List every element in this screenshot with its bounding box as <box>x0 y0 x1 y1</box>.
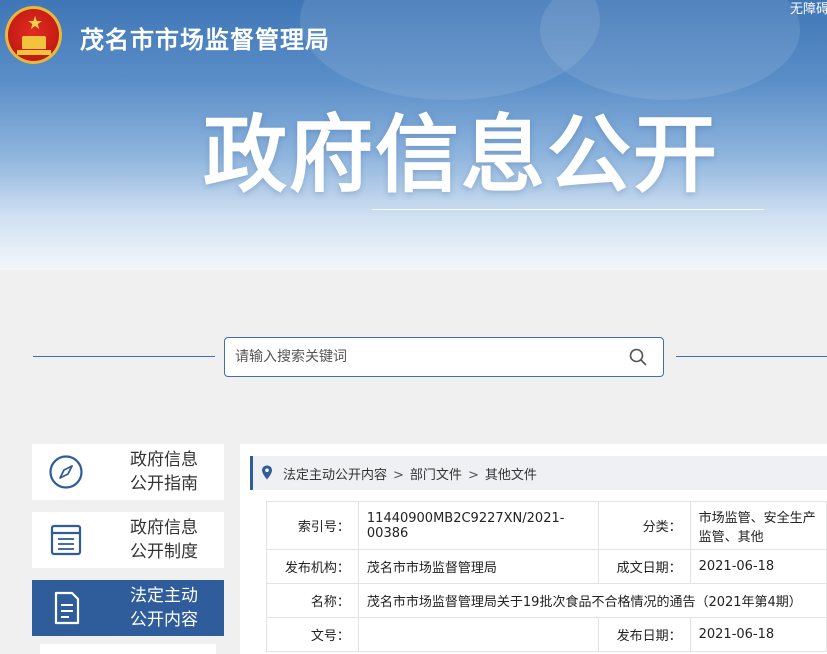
meta-label: 发布日期： <box>597 617 691 652</box>
table-row: 发布机构： 茂名市市场监督管理局 成文日期： 2021-06-18 <box>266 549 827 584</box>
compass-icon <box>49 455 83 489</box>
national-emblem-icon: ★ <box>5 6 62 64</box>
meta-value: 2021-06-18 <box>689 617 827 652</box>
breadcrumb-item-department[interactable]: 部门文件 <box>410 468 462 483</box>
banner-decoration <box>540 0 800 100</box>
table-row: 索引号： 11440900MB2C9227XN/2021-00386 分类： 市… <box>266 501 827 550</box>
meta-value <box>357 617 599 652</box>
sidebar-item-disclosure[interactable]: 法定主动公开内容 <box>32 580 224 636</box>
meta-value: 茂名市市场监督管理局 <box>357 549 599 584</box>
meta-label: 分类： <box>597 501 691 550</box>
meta-label: 成文日期： <box>597 549 691 584</box>
sidebar-item-guide[interactable]: 政府信息公开指南 <box>32 444 224 500</box>
table-row: 名称： 茂名市市场监督管理局关于19批次食品不合格情况的通告（2021年第4期） <box>266 583 827 618</box>
search-icon[interactable] <box>629 348 647 366</box>
sidebar-item-label: 法定主动公开内容 <box>130 586 198 630</box>
meta-label: 索引号： <box>266 501 359 550</box>
search-divider-right <box>676 356 827 357</box>
location-pin-icon <box>262 465 272 480</box>
meta-label: 发布机构： <box>266 549 359 584</box>
breadcrumb: 法定主动公开内容 > 部门文件 > 其他文件 <box>250 456 827 490</box>
sidebar-item-label: 政府信息公开指南 <box>130 450 198 494</box>
site-title[interactable]: 茂名市市场监督管理局 <box>80 20 330 55</box>
meta-value: 市场监管、安全生产监管、其他 <box>689 501 827 550</box>
hero-title: 政府信息公开 <box>203 106 720 204</box>
document-icon <box>54 591 80 625</box>
sidebar-item-system[interactable]: 政府信息公开制度 <box>32 512 224 568</box>
list-doc-icon <box>50 524 82 556</box>
table-row: 文号： 发布日期： 2021-06-18 <box>266 617 827 652</box>
meta-value: 11440900MB2C9227XN/2021-00386 <box>357 501 599 550</box>
meta-label: 文号： <box>266 617 359 652</box>
meta-value: 茂名市市场监督管理局关于19批次食品不合格情况的通告（2021年第4期） <box>357 583 827 618</box>
sidebar-submenu <box>40 644 216 654</box>
breadcrumb-item-disclosure[interactable]: 法定主动公开内容 <box>283 468 387 483</box>
search-box <box>224 337 664 377</box>
search-input[interactable] <box>235 338 625 376</box>
document-meta-table: 索引号： 11440900MB2C9227XN/2021-00386 分类： 市… <box>266 501 827 652</box>
search-divider-left <box>33 356 215 357</box>
accessibility-link[interactable]: 无障碍 <box>790 0 827 17</box>
meta-value: 2021-06-18 <box>689 549 827 584</box>
hero-divider <box>372 209 764 210</box>
breadcrumb-item-other[interactable]: 其他文件 <box>485 468 537 483</box>
chevron-right-icon: > <box>393 468 404 483</box>
chevron-right-icon: > <box>467 468 479 483</box>
sidebar-item-label: 政府信息公开制度 <box>130 518 198 562</box>
meta-label: 名称： <box>266 583 359 618</box>
